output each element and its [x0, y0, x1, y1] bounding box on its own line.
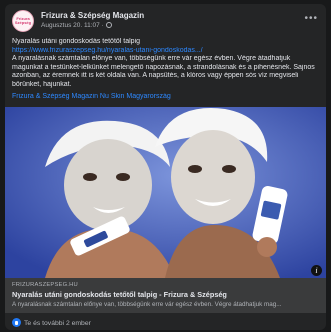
post-header: Frizura Szépség Frizura & Szépség Magazi…: [12, 10, 318, 34]
globe-icon[interactable]: [105, 22, 112, 28]
info-icon[interactable]: i: [311, 265, 322, 276]
link-preview[interactable]: FRIZURASZEPSEG.HU Nyaralás utáni gondosk…: [5, 278, 326, 313]
link-domain: FRIZURASZEPSEG.HU: [12, 282, 78, 288]
post-image[interactable]: i: [5, 107, 326, 278]
post-date-link[interactable]: Augusztus 20. 11:07: [41, 22, 100, 29]
link-title[interactable]: Nyaralás utáni gondoskodás tetőtől talpi…: [12, 290, 227, 299]
like-icon: [12, 318, 21, 327]
post-text-line: magunkat a testünket-lelkünket melengető…: [12, 63, 315, 71]
page-avatar[interactable]: Frizura Szépség: [12, 10, 34, 32]
post-text: Nyaralás utáni gondoskodás tetőtől talpi…: [12, 38, 319, 102]
facebook-post-card: Frizura Szépség Frizura & Szépség Magazi…: [5, 4, 326, 330]
link-description: A nyaralásnak számtalan előnye van, több…: [12, 301, 282, 308]
reactions-text: Te és további 2 ember: [24, 320, 91, 327]
post-meta: Augusztus 20. 11:07 ·: [41, 22, 112, 29]
more-horizontal-icon[interactable]: •••: [304, 13, 318, 24]
post-text-line: azonban, az éremnek itt is két oldala va…: [12, 72, 299, 79]
post-tags-link[interactable]: Frizura & Szépség Magazin Nu Skin Magyar…: [12, 93, 319, 102]
post-text-line: Nyaralás utáni gondoskodás tetőtől talpi…: [12, 38, 141, 45]
post-text-line: A nyaralásnak számtalan előnye van, több…: [12, 55, 291, 62]
page-name-link[interactable]: Frizura & Szépség Magazin: [41, 11, 144, 20]
avatar-logo-text: Frizura Szépség: [14, 16, 32, 25]
post-text-line: bőrünket, hajunkat.: [12, 80, 72, 88]
post-url-link[interactable]: https://www.frizuraszepseg.hu/nyaralas-u…: [12, 47, 319, 56]
reactions-summary[interactable]: Te és további 2 ember: [12, 318, 91, 328]
meta-separator: ·: [101, 22, 104, 29]
face-mask-women-illustration: [5, 107, 326, 278]
